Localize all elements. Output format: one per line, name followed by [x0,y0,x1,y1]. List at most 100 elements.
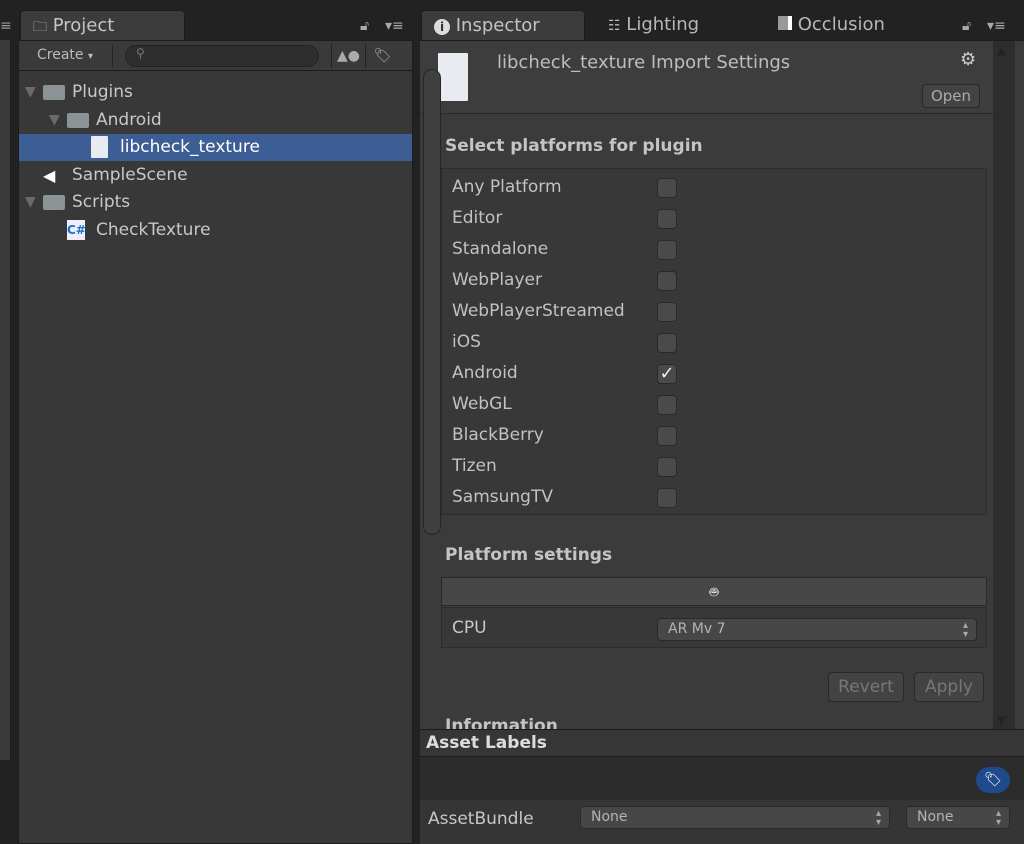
tab-label: Lighting [626,14,700,35]
project-panel: Create ▾ ⚲ ▲● 🏷︎ ▼ Plugins ▼ Android libchec… [18,40,413,844]
select-platforms-heading: Select platforms for plugin [445,136,703,156]
tab-project[interactable]: 🗀 Project [20,10,185,40]
platform-label: Android [452,363,518,383]
tree-item[interactable]: ▼ Android [19,107,412,134]
platform-settings-heading: Platform settings [445,545,613,565]
platform-label: WebGL [452,394,512,414]
android-platform-tab[interactable]: 🤖︎ [441,577,987,606]
updown-arrow-icon: ▴ ▾ [875,808,881,828]
gear-icon[interactable]: ⚙ [960,49,976,70]
tree-item-label: Plugins [72,82,133,102]
platform-checkbox[interactable] [657,209,677,229]
platform-label: Any Platform [452,177,562,197]
inspector-title: libcheck_texture Import Settings [497,52,791,73]
platform-checkbox[interactable] [657,271,677,291]
apply-button[interactable]: Apply [914,672,984,702]
android-icon: 🤖︎ [709,583,719,601]
folder-icon [67,112,89,128]
tab-label: Project [52,15,115,36]
tab-label: Inspector [455,15,540,36]
asset-labels-panel: 🏷︎ AssetBundle None ▴ ▾ None ▴ ▾ [420,757,1024,844]
tree-item[interactable]: libcheck_texture [19,134,412,161]
unity-scene-icon: ◀ [43,165,56,185]
tree-item-label: Scripts [72,192,131,212]
tree-item-label: Android [96,109,162,130]
platform-checkbox[interactable] [657,426,677,446]
create-label: Create [37,47,84,63]
tab-label: Occlusion [797,14,885,35]
assetbundle-dropdown[interactable]: None ▴ ▾ [580,806,890,829]
platform-checkbox[interactable] [657,240,677,260]
assetbundle-value: None [591,809,628,825]
lock-icon[interactable]: 🔓︎ [360,18,369,34]
platform-checkbox[interactable] [657,333,677,353]
cpu-row: CPU AR Mv 7 ▴ ▾ [441,607,987,648]
platform-label: iOS [452,332,481,352]
file-icon [91,136,108,158]
platforms-list: Any Platform Editor Standalone WebPlayer Web… [441,168,987,515]
filter-by-type-button[interactable]: ▲● [331,44,365,68]
tree-item[interactable]: ▼ Scripts [19,189,412,216]
panel-menu-icon[interactable]: ▾≡ [385,18,404,34]
platform-label: Standalone [452,239,549,259]
tree-item[interactable]: C# CheckTexture [19,217,412,244]
platform-checkbox[interactable] [657,457,677,477]
tree-item[interactable]: ▼ Plugins [19,79,412,106]
updown-arrow-icon: ▴ ▾ [962,620,968,640]
scrollbar-thumb[interactable] [423,69,441,535]
tree-item-label: SampleScene [72,164,188,185]
assetbundle-variant-dropdown[interactable]: None ▴ ▾ [906,806,1010,829]
platform-label: WebPlayer [452,270,542,290]
folder-icon: 🗀 [33,19,47,35]
platform-checkbox[interactable] [657,178,677,198]
revert-button[interactable]: Revert [828,672,904,702]
folder-icon [43,195,65,210]
scroll-down-icon[interactable]: ▼ [997,714,1005,727]
cpu-label: CPU [452,618,487,638]
occlusion-icon [778,16,792,30]
menu-icon[interactable]: ≡ [0,18,12,34]
expand-triangle-icon[interactable]: ▼ [25,189,36,216]
panel-menu-icon[interactable]: ▾≡ [987,18,1006,34]
platform-checkbox[interactable] [657,488,677,508]
tree-item-label: CheckTexture [96,219,211,240]
platform-checkbox[interactable] [657,302,677,322]
assetbundle-row: AssetBundle None ▴ ▾ None ▴ ▾ [420,800,1024,844]
platform-checkbox[interactable] [657,395,677,415]
assetbundle-label: AssetBundle [428,809,534,829]
asset-labels-title: Asset Labels [426,733,547,753]
lock-icon[interactable]: 🔓︎ [962,18,971,34]
search-icon: ⚲ [136,46,145,60]
tree-item-label: libcheck_texture [120,137,260,157]
cpu-value: AR Mv 7 [668,621,726,637]
tab-lighting[interactable]: ☷ Lighting [600,10,707,40]
inspector-header: libcheck_texture Import Settings ⚙ Open [420,41,993,114]
add-label-button[interactable]: 🏷︎ [976,767,1010,793]
folder-icon [43,85,65,100]
search-input[interactable]: ⚲ [125,45,319,67]
tab-occlusion[interactable]: Occlusion [770,10,893,40]
asset-labels-header: Asset Labels [420,729,1024,757]
inspector-panel: libcheck_texture Import Settings ⚙ Open … [420,40,1024,730]
platform-checkbox[interactable]: ✓ [657,364,677,384]
expand-triangle-icon[interactable]: ▼ [49,107,60,134]
information-heading: Information [445,716,558,729]
file-icon [438,53,468,101]
platform-label: BlackBerry [452,425,544,445]
tab-inspector[interactable]: i Inspector [421,10,585,40]
dropdown-arrow-icon: ▾ [87,51,94,62]
open-button[interactable]: Open [922,84,980,108]
sliders-icon: ☷ [608,18,621,34]
platform-label: Editor [452,208,503,228]
cpu-dropdown[interactable]: AR Mv 7 ▴ ▾ [657,618,977,641]
tag-icon: 🏷︎ [984,772,1002,788]
tree-item[interactable]: ◀ SampleScene [19,162,412,189]
expand-triangle-icon[interactable]: ▼ [25,79,36,106]
scrollbar[interactable]: ▲ ▼ [993,41,1015,730]
create-button[interactable]: Create ▾ [27,45,113,67]
project-toolbar: Create ▾ ⚲ ▲● 🏷︎ [19,41,412,71]
scroll-up-icon[interactable]: ▲ [997,44,1005,57]
updown-arrow-icon: ▴ ▾ [995,808,1001,828]
filter-by-label-button[interactable]: 🏷︎ [365,44,399,68]
platform-label: Tizen [452,456,497,476]
